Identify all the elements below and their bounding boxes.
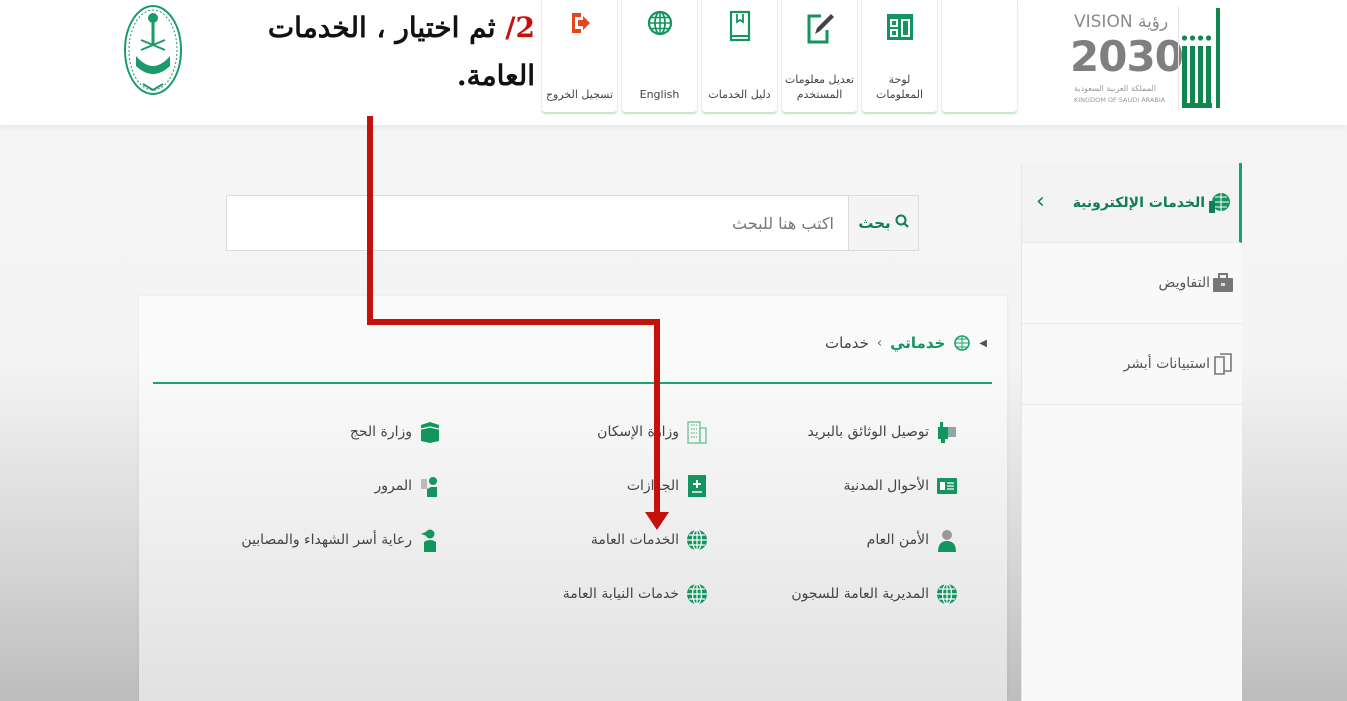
- service-prisons[interactable]: المديرية العامة للسجون: [791, 582, 959, 606]
- service-hajj[interactable]: وزارة الحج: [350, 420, 442, 444]
- services-guide-button[interactable]: دليل الخدمات: [701, 0, 778, 114]
- vision-logo-year: 2030: [1070, 32, 1184, 81]
- services-panel: ◀ خدماتي › خدمات توصيل الوثائق بالبريد ا…: [139, 296, 1007, 701]
- header-nav: تسجيل الخروج English دليل الخدمات تعديل …: [541, 0, 1018, 115]
- service-label: خدمات النيابة العامة: [562, 586, 679, 602]
- english-label: English: [639, 88, 680, 101]
- logout-button[interactable]: تسجيل الخروج: [541, 0, 618, 114]
- service-housing[interactable]: وزارة الإسكان: [597, 420, 709, 444]
- breadcrumb: ◀ خدماتي › خدمات: [825, 334, 987, 352]
- logout-label: تسجيل الخروج: [545, 88, 614, 101]
- service-public-security[interactable]: الأمن العام: [867, 528, 959, 552]
- service-martyrs-families[interactable]: رعاية أسر الشهداء والمصابين: [241, 528, 442, 552]
- dashboard-button[interactable]: لوحة المعلومات: [861, 0, 938, 114]
- service-mail-delivery[interactable]: توصيل الوثائق بالبريد: [808, 420, 960, 444]
- service-label: وزارة الحج: [349, 424, 412, 440]
- edit-user-info-button[interactable]: تعديل معلومات المستخدم: [781, 0, 858, 114]
- english-button[interactable]: English: [621, 0, 698, 114]
- service-public-prosecution[interactable]: خدمات النيابة العامة: [563, 582, 709, 606]
- vision-logo-english: KINGDOM OF SAUDI ARABIA: [1074, 96, 1166, 104]
- briefcase-icon: [1213, 273, 1233, 292]
- section-divider: [153, 382, 992, 384]
- services-guide-label: دليل الخدمات: [708, 88, 771, 101]
- breadcrumb-my-services[interactable]: خدماتي: [890, 334, 945, 352]
- passport-icon: [685, 474, 709, 498]
- annotation-step-number: 2/: [505, 11, 535, 44]
- annotation-instruction: ثم اختيار ، الخدمات العامة.: [267, 11, 535, 92]
- globe-icon: [647, 10, 672, 36]
- sidebar-item-label: استبيانات أبشر: [1123, 356, 1210, 372]
- search-icon: [895, 214, 909, 232]
- salute-icon: [418, 528, 442, 552]
- sidebar: ‹ الخدمات الإلكترونية التفاويض استبيانات…: [1021, 163, 1242, 701]
- globe-icon: [685, 582, 709, 606]
- search-bar: بحث: [226, 195, 919, 251]
- empty-nav-tile[interactable]: [941, 0, 1018, 114]
- caret-icon: ◀: [979, 337, 987, 349]
- kaaba-icon: [418, 420, 442, 444]
- eservices-icon: [1209, 192, 1230, 213]
- globe-icon: [954, 335, 971, 351]
- edit-user-info-label: تعديل معلومات المستخدم: [784, 73, 855, 101]
- sidebar-item-eservices[interactable]: ‹ الخدمات الإلكترونية: [1022, 163, 1242, 243]
- service-label: الأمن العام: [866, 532, 929, 548]
- header-divider: [1178, 6, 1179, 110]
- globe-icon: [935, 582, 959, 606]
- service-general-services[interactable]: الخدمات العامة: [591, 528, 709, 552]
- search-button[interactable]: بحث: [848, 196, 918, 250]
- search-input[interactable]: [231, 196, 846, 250]
- service-label: رعاية أسر الشهداء والمصابين: [241, 532, 412, 548]
- service-label: الخدمات العامة: [590, 532, 679, 548]
- chevron-left-icon[interactable]: ‹: [1036, 189, 1045, 214]
- documents-icon: [1214, 353, 1232, 375]
- service-traffic[interactable]: المرور: [375, 474, 443, 498]
- breadcrumb-current: خدمات: [825, 334, 869, 352]
- service-label: توصيل الوثائق بالبريد: [807, 424, 930, 440]
- vision-2030-logo: VISION رؤية 2030 المملكة العربية السعودي…: [1070, 8, 1184, 108]
- tutorial-annotation: 2/ ثم اختيار ، الخدمات العامة.: [235, 4, 535, 100]
- service-civil-affairs[interactable]: الأحوال المدنية: [844, 474, 960, 498]
- service-label: المرور: [374, 478, 413, 494]
- service-passports[interactable]: الجوازات: [627, 474, 709, 498]
- globe-icon: [685, 528, 709, 552]
- id-card-icon: [935, 474, 959, 498]
- mailbox-icon: [935, 420, 959, 444]
- book-icon: [729, 10, 750, 42]
- edit-icon: [807, 14, 834, 44]
- breadcrumb-separator: ›: [876, 335, 883, 351]
- ministry-emblem-icon: [124, 5, 182, 95]
- officer-icon: [935, 528, 959, 552]
- dashboard-icon: [886, 14, 913, 40]
- logout-icon: [571, 13, 590, 33]
- service-label: الأحوال المدنية: [843, 478, 930, 494]
- service-label: الجوازات: [626, 478, 679, 494]
- building-icon: [685, 420, 709, 444]
- dashboard-label: لوحة المعلومات: [876, 73, 923, 101]
- service-label: وزارة الإسكان: [597, 424, 679, 440]
- service-label: المديرية العامة للسجون: [791, 586, 929, 602]
- sidebar-item-label: التفاويض: [1158, 275, 1210, 291]
- traffic-officer-icon: [418, 474, 442, 498]
- header: 2/ ثم اختيار ، الخدمات العامة. تسجيل الخ…: [0, 0, 1347, 125]
- search-button-label: بحث: [858, 214, 891, 232]
- absher-logo-icon: [1181, 8, 1220, 108]
- sidebar-item-delegations[interactable]: التفاويض: [1022, 243, 1242, 324]
- vision-logo-title: VISION رؤية: [1074, 12, 1169, 32]
- sidebar-item-surveys[interactable]: استبيانات أبشر: [1022, 324, 1242, 405]
- sidebar-item-label: الخدمات الإلكترونية: [1072, 194, 1205, 211]
- vision-logo-arabic: المملكة العربية السعودية: [1074, 84, 1157, 93]
